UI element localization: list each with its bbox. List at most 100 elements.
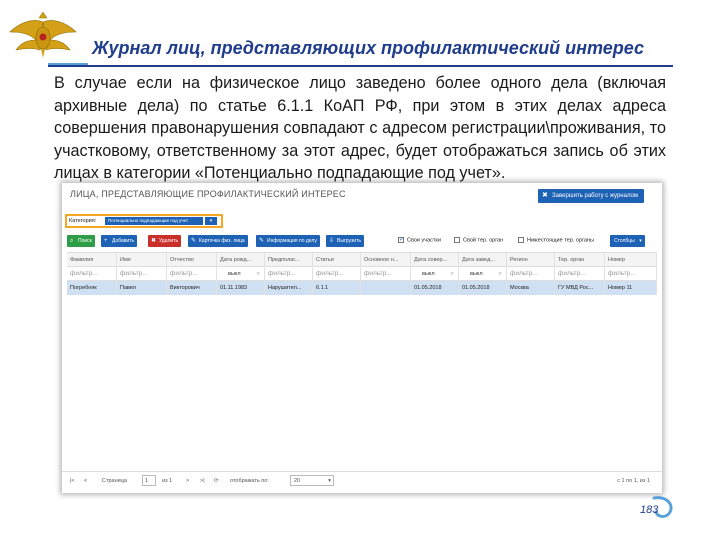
title-divider [48,65,673,67]
column-header[interactable]: Регион [507,253,555,267]
chevron-down-icon: ▾ [639,238,642,244]
next-page-icon[interactable]: > [186,478,189,484]
person-card-label: Карточка физ. лица [199,238,245,244]
columns-label: Столбцы [614,238,635,244]
date-filter[interactable]: выкл ⌕ [217,267,265,281]
filter-input[interactable]: фильтр... [67,267,117,281]
add-button[interactable]: + Добавить [101,235,138,247]
cell-number: Номер 11 [605,281,657,295]
column-header[interactable]: Имя [117,253,167,267]
search-icon: ⌕ [498,271,502,277]
case-info-button[interactable]: ✎ Информация по делу [256,235,320,247]
first-page-icon[interactable]: |< [70,478,75,484]
refresh-icon[interactable]: ⟳ [214,478,219,484]
find-button[interactable]: ⌕ Поиск [67,235,95,247]
column-header[interactable]: Статьи [313,253,361,267]
page-total: из 1 [162,478,173,484]
cell-org: ГУ МВД Рос... [555,281,605,295]
columns-button[interactable]: Столбцы ▾ [610,235,645,247]
own-org-label: Свой тер. орган [463,237,504,244]
add-label: Добавить [112,238,135,244]
category-value[interactable]: Потенциально подпадающие под учет [105,217,203,225]
column-header[interactable]: Предполаг... [265,253,313,267]
table-row[interactable]: Погребняк Павел Викторович 01.11.1983 На… [67,281,657,295]
cell-surname: Погребняк [67,281,117,295]
slide-description: В случае если на физическое лицо заведен… [54,74,666,182]
app-title: ЛИЦА, ПРЕДСТАВЛЯЮЩИЕ ПРОФИЛАКТИЧЕСКИЙ ИН… [70,189,346,199]
export-button[interactable]: ⇩ Выгрузить [326,235,364,247]
filter-input[interactable]: фильтр... [361,267,411,281]
emblem-icon [9,11,77,58]
cell-region: Москва [507,281,555,295]
lower-org-checkbox[interactable]: Нижестоящие тер. органы [518,237,594,243]
plus-icon: + [104,238,108,244]
filter-input[interactable]: фильтр... [605,267,657,281]
own-org-checkbox[interactable]: Свой тер. орган [454,237,503,243]
chevron-down-icon[interactable]: ▾ [205,217,217,225]
edit-icon: ✎ [191,238,197,244]
page-number: 183 [640,504,659,516]
column-header[interactable]: Отчество [167,253,217,267]
cell-assumed: Нарушител... [265,281,313,295]
case-info-label: Информация по делу [267,238,317,244]
search-icon: ⌕ [256,271,260,277]
page-label: Страница [102,478,127,484]
checkbox-icon[interactable] [454,237,460,243]
close-icon: ✖ [542,192,548,199]
range-info: с 1 по 1, из 1 [617,478,650,484]
cell-open-date: 01.05.2018 [459,281,507,295]
cell-commit-date: 01.05.2018 [411,281,459,295]
page-size-select[interactable]: 20 ▾ [290,475,334,486]
date-filter[interactable]: выкл ⌕ [411,267,459,281]
lower-org-label: Нижестоящие тер. органы [527,237,594,244]
delete-label: Удалить [159,238,179,244]
cell-articles: 6.1.1 [313,281,361,295]
checkbox-checked-icon[interactable] [398,236,404,243]
cell-basis [361,281,411,295]
filter-input[interactable]: фильтр... [167,267,217,281]
find-label: Поиск [78,238,92,244]
page-size-value: 20 [294,478,301,484]
download-icon: ⇩ [329,238,335,244]
category-selector[interactable]: Категория: Потенциально подпадающие под … [65,214,223,228]
pagination-bar: |< < Страница 1 из 1 > >| ⟳ отображать п… [62,471,662,491]
filter-input[interactable]: фильтр... [555,267,605,281]
column-header[interactable]: Основное н... [361,253,411,267]
date-filter[interactable]: выкл ⌕ [459,267,507,281]
column-header[interactable]: Фамилия [67,253,117,267]
filter-input[interactable]: фильтр... [117,267,167,281]
filter-input[interactable]: фильтр... [313,267,361,281]
column-header[interactable]: Дата завед... [459,253,507,267]
cell-patronymic: Викторович [167,281,217,295]
page-size-label: отображать по: [230,478,269,484]
table-header-row: Фамилия Имя Отчество Дата рожд... Предпо… [67,253,657,267]
date-filter-value: выкл [422,271,435,277]
table-filter-row: фильтр... фильтр... фильтр... выкл ⌕ филь… [67,267,657,281]
prev-page-icon[interactable]: < [84,478,87,484]
cell-name: Павел [117,281,167,295]
person-card-button[interactable]: ✎ Карточка физ. лица [188,235,248,247]
page-input[interactable]: 1 [142,475,156,486]
category-label: Категория: [69,218,97,224]
last-page-icon[interactable]: >| [200,478,205,484]
own-area-checkbox[interactable]: Свои участки [398,236,441,244]
search-icon: ⌕ [450,271,454,277]
date-filter-value: выкл [228,271,241,277]
slide-title: Журнал лиц, представляющих профилактичес… [92,38,644,58]
column-header[interactable]: Дата совер... [411,253,459,267]
persons-table: Фамилия Имя Отчество Дата рожд... Предпо… [67,252,657,295]
column-header[interactable]: Номер [605,253,657,267]
export-label: Выгрузить [337,238,361,244]
column-header[interactable]: Дата рожд... [217,253,265,267]
search-icon: ⌕ [70,238,74,244]
column-header[interactable]: Тер. орган [555,253,605,267]
filter-input[interactable]: фильтр... [507,267,555,281]
checkbox-icon[interactable] [518,237,524,243]
chevron-down-icon: ▾ [328,478,331,484]
own-area-label: Свои участки [407,237,441,244]
date-filter-value: выкл [470,271,483,277]
filter-input[interactable]: фильтр... [265,267,313,281]
app-screenshot: ЛИЦА, ПРЕДСТАВЛЯЮЩИЕ ПРОФИЛАКТИЧЕСКИЙ ИН… [62,183,662,493]
finish-journal-button[interactable]: ✖ Завершить работу с журналом [538,189,644,203]
delete-button[interactable]: ✖ Удалить [148,235,182,247]
